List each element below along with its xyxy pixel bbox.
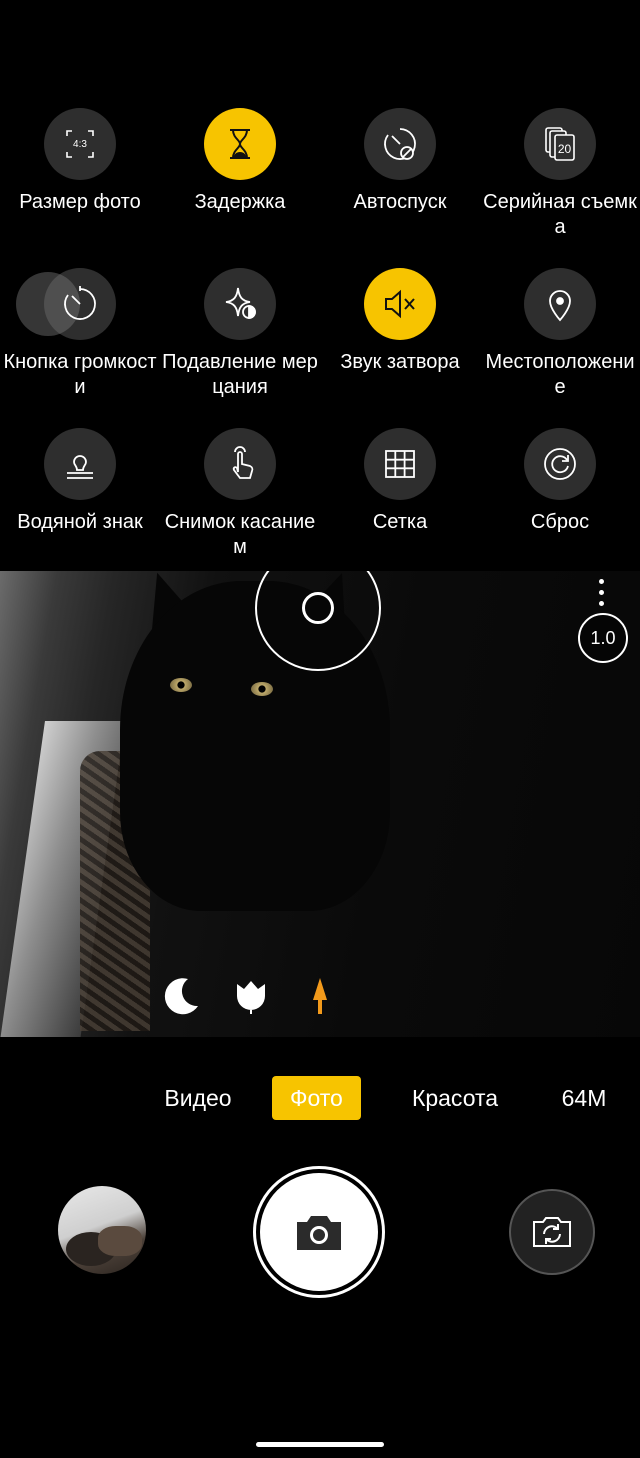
setting-burst[interactable]: 20 Серийная съемка <box>480 108 640 240</box>
setting-watermark-label: Водяной знак <box>17 511 143 533</box>
svg-text:4:3: 4:3 <box>73 139 87 150</box>
setting-photo-size-label: Размер фото <box>19 191 141 213</box>
mode-selector: Видео Фото Красота 64M <box>0 1070 640 1130</box>
location-pin-icon <box>524 268 596 340</box>
focus-point[interactable] <box>302 592 334 624</box>
bokeh-icon[interactable] <box>298 974 342 1018</box>
reset-icon <box>524 428 596 500</box>
setting-anti-flicker[interactable]: Подавление мерцания <box>160 268 320 400</box>
setting-self-timer[interactable]: Автоспуск <box>320 108 480 215</box>
setting-volume-key[interactable]: Кнопка громкости <box>0 268 160 400</box>
mode-64m[interactable]: 64M <box>552 1076 616 1120</box>
switch-camera-button[interactable] <box>509 1189 595 1275</box>
camera-icon <box>297 1216 341 1250</box>
cat-eye-left <box>170 678 192 692</box>
setting-burst-label: Серийная съемка <box>483 191 637 238</box>
setting-photo-size[interactable]: 4:3 Размер фото <box>0 108 160 215</box>
setting-watermark[interactable]: Водяной знак <box>0 428 160 535</box>
macro-icon[interactable] <box>229 974 273 1018</box>
zoom-button[interactable]: 1.0 <box>578 613 628 663</box>
setting-delay[interactable]: Задержка <box>160 108 320 215</box>
setting-reset[interactable]: Сброс <box>480 428 640 535</box>
setting-location-label: Местоположение <box>485 351 635 398</box>
setting-touch-capture[interactable]: Снимок касанием <box>160 428 320 560</box>
svg-text:20: 20 <box>558 142 572 156</box>
setting-grid-label: Сетка <box>372 511 428 533</box>
shutter-button[interactable] <box>253 1166 385 1298</box>
home-indicator[interactable] <box>256 1442 384 1447</box>
anti-flicker-icon <box>204 268 276 340</box>
more-icon[interactable] <box>597 579 605 609</box>
setting-self-timer-label: Автоспуск <box>353 191 447 213</box>
setting-delay-label: Задержка <box>194 191 286 213</box>
mode-beauty[interactable]: Красота <box>400 1076 510 1120</box>
watermark-icon <box>44 428 116 500</box>
setting-location[interactable]: Местоположение <box>480 268 640 400</box>
aspect-ratio-icon: 4:3 <box>44 108 116 180</box>
setting-shutter-sound[interactable]: Звук затвора <box>320 268 480 375</box>
night-icon[interactable] <box>158 974 202 1018</box>
volume-key-icon <box>16 268 116 340</box>
setting-reset-label: Сброс <box>530 511 590 533</box>
setting-shutter-sound-label: Звук затвора <box>340 351 460 373</box>
hourglass-icon <box>204 108 276 180</box>
switch-camera-icon <box>533 1217 571 1247</box>
grid-icon <box>364 428 436 500</box>
cat-eye-right <box>251 682 273 696</box>
settings-panel: 4:3 Размер фото Задержка Автоспуск 20 Се… <box>0 0 640 571</box>
setting-grid[interactable]: Сетка <box>320 428 480 535</box>
mute-icon <box>364 268 436 340</box>
mode-photo[interactable]: Фото <box>272 1076 361 1120</box>
burst-icon: 20 <box>524 108 596 180</box>
setting-touch-capture-label: Снимок касанием <box>164 511 316 558</box>
mode-video[interactable]: Видео <box>150 1076 246 1120</box>
touch-capture-icon <box>204 428 276 500</box>
gallery-thumbnail[interactable] <box>58 1186 146 1274</box>
setting-volume-key-label: Кнопка громкости <box>3 351 157 398</box>
self-timer-off-icon <box>364 108 436 180</box>
viewfinder[interactable]: 1.0 <box>0 571 640 1037</box>
setting-anti-flicker-label: Подавление мерцания <box>162 351 318 398</box>
